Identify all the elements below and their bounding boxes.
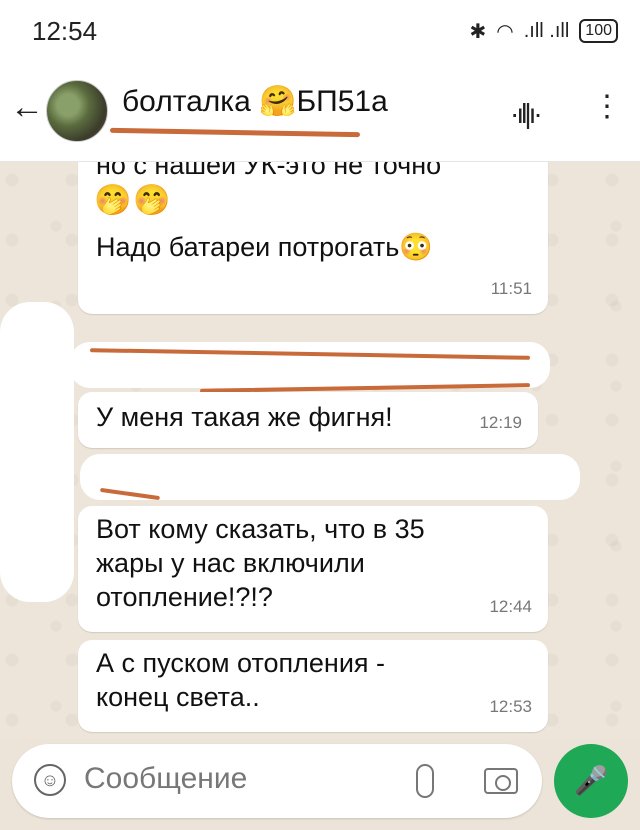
status-icons: ✱ ◠ .ıll .ıll 100 bbox=[470, 19, 618, 44]
message-bubble[interactable]: У меня такая же фигня! 12:19 bbox=[78, 392, 538, 448]
message-input-bar[interactable]: ☺ Сообщение bbox=[12, 744, 542, 818]
back-arrow-icon[interactable]: ← bbox=[10, 90, 44, 124]
battery-icon: 100 bbox=[579, 19, 618, 43]
wifi-icon: ◠ bbox=[496, 20, 514, 43]
message-time: 12:53 bbox=[489, 697, 532, 716]
message-time: 11:51 bbox=[490, 279, 532, 298]
chat-area[interactable]: но с нашей УК-это не точно 🤭🤭 Надо батар… bbox=[0, 162, 640, 740]
chat-title[interactable]: болталка 🤗БП51а bbox=[122, 84, 388, 119]
attach-icon[interactable] bbox=[416, 764, 434, 798]
voice-call-icon[interactable]: ·ıl|ı· bbox=[510, 98, 543, 130]
more-options-icon[interactable]: ⋮ bbox=[592, 92, 622, 122]
camera-icon[interactable] bbox=[484, 768, 518, 794]
status-time: 12:54 bbox=[32, 15, 98, 46]
redaction-mark bbox=[109, 127, 361, 138]
message-text: У меня такая же фигня! bbox=[96, 402, 393, 432]
message-bubble[interactable]: А с пуском отопления - конец света.. 12:… bbox=[78, 640, 548, 732]
message-bubble[interactable]: но с нашей УК-это не точно 🤭🤭 Надо батар… bbox=[78, 162, 548, 314]
signal-icon: .ıll .ıll bbox=[523, 19, 570, 42]
message-time: 12:44 bbox=[489, 597, 532, 616]
message-text: Надо батареи потрогать😳 bbox=[96, 232, 433, 262]
message-input[interactable]: Сообщение bbox=[84, 762, 247, 796]
message-time: 12:19 bbox=[479, 413, 522, 432]
chat-header: ← болталка 🤗БП51а ·ıl|ı· ⋮ bbox=[0, 62, 640, 162]
redaction-area bbox=[0, 302, 74, 602]
message-text: А с пуском отопления - конец света.. bbox=[96, 648, 386, 712]
message-emojis: 🤭🤭 bbox=[94, 184, 173, 217]
redaction-area bbox=[80, 454, 580, 500]
status-bar: 12:54 ✱ ◠ .ıll .ıll 100 bbox=[0, 0, 640, 62]
group-avatar[interactable] bbox=[46, 80, 108, 142]
message-partial-line: но с нашей УК-это не точно bbox=[96, 162, 442, 180]
bluetooth-icon: ✱ bbox=[469, 20, 487, 43]
mic-button[interactable]: 🎤 bbox=[554, 744, 628, 818]
message-bubble[interactable]: Вот кому сказать, что в 35 жары у нас вк… bbox=[78, 506, 548, 632]
message-text: Вот кому сказать, что в 35 жары у нас вк… bbox=[96, 514, 425, 612]
emoji-icon[interactable]: ☺ bbox=[34, 764, 66, 796]
